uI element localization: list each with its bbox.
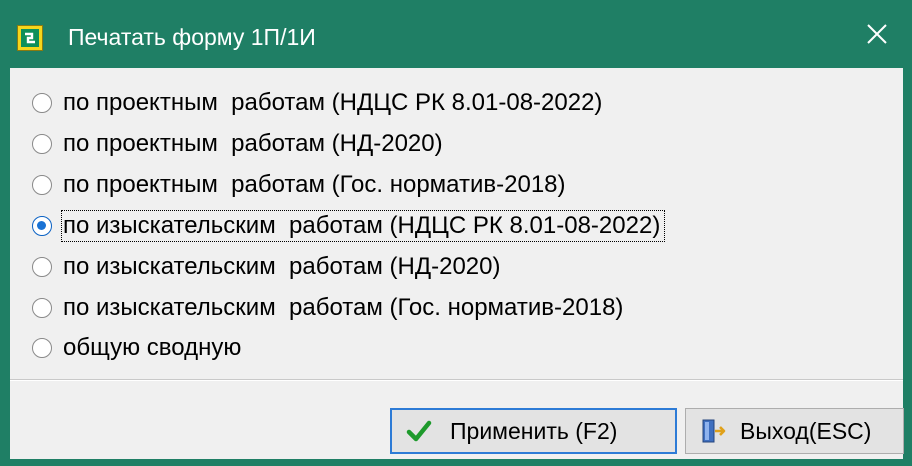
app-icon xyxy=(17,25,43,51)
option-label[interactable]: по проектным работам (Гос. норматив-2018… xyxy=(62,170,570,200)
window-title: Печатать форму 1П/1И xyxy=(68,24,316,50)
radio-button[interactable] xyxy=(32,134,52,154)
exit-door-icon xyxy=(702,419,726,443)
option-survey-ndcs[interactable]: по изыскательским работам (НДЦС РК 8.01-… xyxy=(32,209,666,243)
option-design-nd2020[interactable]: по проектным работам (НД-2020) xyxy=(32,127,447,161)
title-bar[interactable]: Печатать форму 1П/1И xyxy=(0,0,912,68)
radio-button[interactable] xyxy=(32,298,52,318)
radio-button-selected[interactable] xyxy=(32,216,52,236)
option-design-gos2018[interactable]: по проектным работам (Гос. норматив-2018… xyxy=(32,168,570,202)
apply-button-label: Применить (F2) xyxy=(450,417,618,444)
option-label[interactable]: по проектным работам (НД-2020) xyxy=(62,129,447,159)
option-design-ndcs[interactable]: по проектным работам (НДЦС РК 8.01-08-20… xyxy=(32,86,606,120)
option-general-summary[interactable]: общую сводную xyxy=(32,331,245,365)
checkmark-icon xyxy=(406,420,432,442)
radio-button[interactable] xyxy=(32,93,52,113)
option-label[interactable]: общую сводную xyxy=(62,333,245,363)
dialog-content: по проектным работам (НДЦС РК 8.01-08-20… xyxy=(10,68,904,459)
close-button[interactable] xyxy=(842,0,912,68)
separator xyxy=(10,379,903,381)
option-label[interactable]: по изыскательским работам (НДЦС РК 8.01-… xyxy=(60,210,666,242)
radio-button[interactable] xyxy=(32,257,52,277)
option-survey-nd2020[interactable]: по изыскательским работам (НД-2020) xyxy=(32,250,505,284)
print-form-dialog: Печатать форму 1П/1И по проектным работа… xyxy=(0,0,912,466)
option-label[interactable]: по изыскательским работам (Гос. норматив… xyxy=(62,293,627,323)
option-survey-gos2018[interactable]: по изыскательским работам (Гос. норматив… xyxy=(32,291,627,325)
exit-button-label: Выход(ESC) xyxy=(740,417,872,444)
option-label[interactable]: по изыскательским работам (НД-2020) xyxy=(62,252,505,282)
apply-button[interactable]: Применить (F2) xyxy=(390,408,677,454)
exit-button[interactable]: Выход(ESC) xyxy=(685,408,904,454)
close-icon xyxy=(867,24,887,44)
radio-button[interactable] xyxy=(32,175,52,195)
radio-button[interactable] xyxy=(32,338,52,358)
option-label[interactable]: по проектным работам (НДЦС РК 8.01-08-20… xyxy=(62,88,606,118)
